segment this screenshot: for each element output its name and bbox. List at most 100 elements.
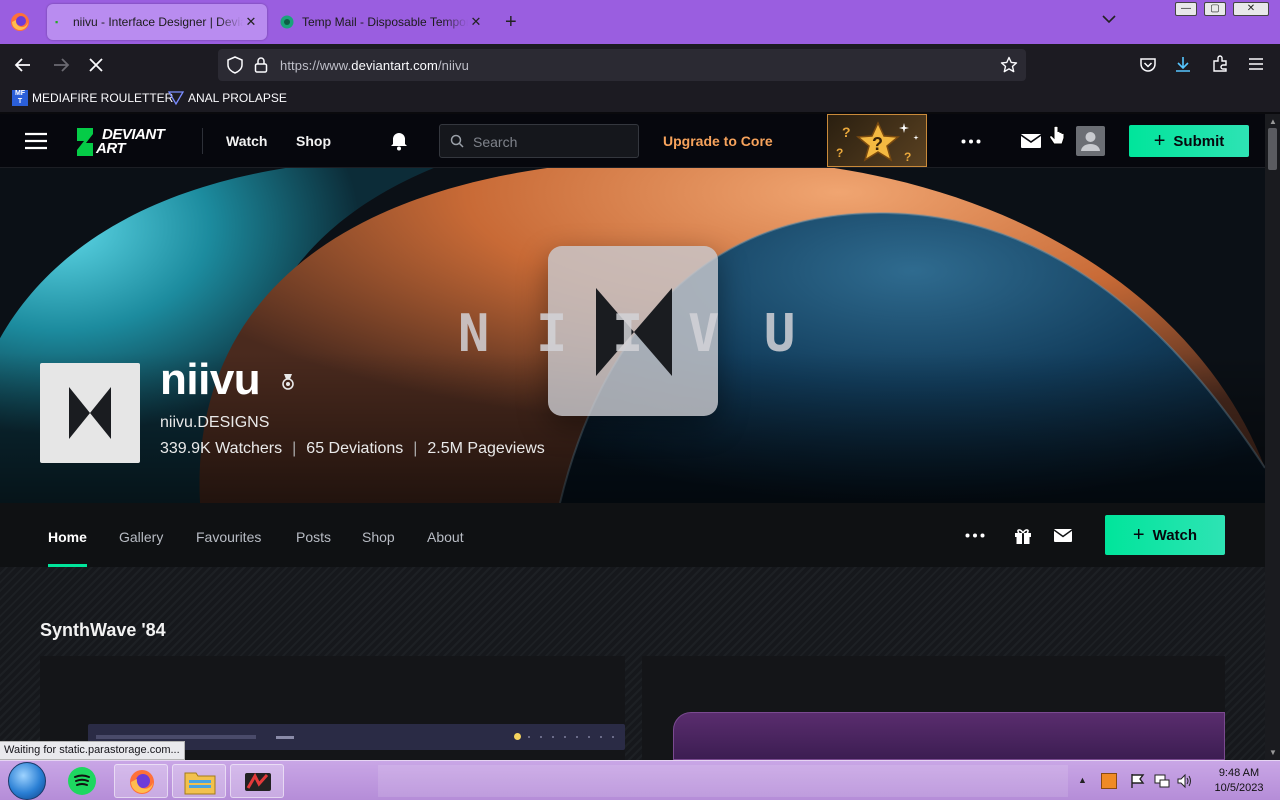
banner-letter: I — [612, 304, 644, 364]
svg-text:?: ? — [904, 150, 911, 164]
scroll-down-icon[interactable]: ▼ — [1269, 748, 1277, 757]
folder-bookmark-icon — [168, 90, 184, 106]
deviantart-logo-icon — [77, 128, 93, 156]
tab-gallery[interactable]: Gallery — [119, 529, 163, 545]
core-member-badge-icon[interactable] — [281, 373, 295, 391]
tab-shop[interactable]: Shop — [362, 529, 395, 545]
tray-app-icon[interactable] — [1101, 773, 1117, 789]
browser-status-text: Waiting for static.parastorage.com... — [0, 741, 185, 760]
deviations-count[interactable]: 65 Deviations — [306, 440, 403, 457]
hand-pointer-cursor-icon — [1049, 126, 1065, 148]
tab-posts[interactable]: Posts — [296, 529, 331, 545]
lock-icon[interactable] — [254, 56, 268, 74]
profile-tabs-bar: Home Gallery Favourites Posts Shop About… — [0, 503, 1265, 567]
new-tab-icon[interactable]: + — [505, 12, 517, 32]
bookmark-mediafire-rouletter[interactable]: MF T MEDIAFIRE ROULETTER — [12, 90, 173, 106]
close-window-icon[interactable]: ✕ — [1233, 2, 1269, 16]
profile-banner: N I I V U niivu niivu.DESIGNS 339.9K Wat… — [0, 168, 1265, 503]
notifications-bell-icon[interactable] — [389, 131, 409, 151]
deviation-card[interactable] — [642, 656, 1225, 760]
volume-icon[interactable] — [1177, 773, 1193, 789]
svg-text:?: ? — [872, 134, 883, 154]
stop-loading-icon[interactable] — [87, 56, 105, 74]
mediafire-icon: MF T — [12, 90, 28, 106]
preview-label — [276, 736, 294, 739]
tab-favourites[interactable]: Favourites — [196, 529, 261, 545]
gift-icon[interactable] — [1014, 527, 1032, 545]
submit-label: Submit — [1173, 132, 1225, 150]
profile-avatar[interactable] — [40, 363, 140, 463]
stats-separator: | — [413, 440, 418, 457]
taskbar-game-app-icon[interactable] — [230, 764, 284, 798]
search-icon — [450, 134, 464, 148]
hamburger-menu-icon[interactable] — [25, 132, 47, 150]
app-menu-icon[interactable] — [1248, 56, 1264, 72]
close-tab-icon[interactable]: ✕ — [468, 14, 484, 30]
start-button-icon[interactable] — [8, 762, 46, 800]
upgrade-to-core-link[interactable]: Upgrade to Core — [663, 133, 773, 149]
banner-letter: N — [458, 304, 490, 364]
close-tab-icon[interactable]: ✕ — [243, 14, 259, 30]
maximize-window-icon[interactable]: ▢ — [1204, 2, 1226, 16]
bookmark-anal-prolapse[interactable]: ANAL PROLAPSE — [168, 90, 287, 106]
url-bar[interactable]: https://www.deviantart.com/niivu — [218, 49, 1026, 81]
tracking-protection-shield-icon[interactable] — [226, 56, 244, 74]
taskbar-empty-area — [378, 765, 1068, 797]
clock-date: 10/5/2023 — [1214, 782, 1264, 794]
windows-taskbar: ▲ 9:48 AM 10/5/2023 — [0, 760, 1280, 800]
mystery-promo-banner[interactable]: ? ? ? ? — [827, 114, 927, 167]
banner-letter: U — [764, 304, 796, 364]
pocket-icon[interactable] — [1139, 56, 1157, 74]
user-avatar-icon[interactable] — [1076, 126, 1105, 156]
watch-button[interactable]: + Watch — [1105, 515, 1225, 555]
list-all-tabs-icon[interactable] — [1102, 14, 1116, 24]
preview-dot — [514, 733, 521, 740]
watchers-count[interactable]: 339.9K Watchers — [160, 440, 282, 457]
nav-shop-link[interactable]: Shop — [296, 133, 331, 149]
clock-time: 9:48 AM — [1218, 767, 1260, 779]
svg-text:?: ? — [836, 146, 843, 160]
network-icon[interactable] — [1154, 773, 1170, 789]
extensions-icon[interactable] — [1211, 55, 1229, 73]
tab-niivu[interactable]: ▪ niivu - Interface Designer | DeviantAr… — [47, 4, 267, 40]
plus-icon: + — [1153, 130, 1166, 152]
featured-section-title[interactable]: SynthWave '84 — [40, 620, 166, 641]
tab-temp-mail[interactable]: Temp Mail - Disposable Temporary Email ✕ — [272, 4, 492, 40]
tab-about[interactable]: About — [427, 529, 464, 545]
banner-wordmark: N I I V U — [458, 304, 818, 364]
profile-username: niivu — [160, 355, 261, 404]
spotify-icon[interactable] — [68, 767, 96, 795]
temp-mail-favicon-icon — [280, 15, 294, 29]
profile-stats: 339.9K Watchers | 65 Deviations | 2.5M Pagev… — [160, 440, 545, 458]
page-scrollbar[interactable]: ▲ ▼ — [1265, 114, 1280, 760]
forward-icon[interactable] — [52, 56, 70, 74]
niivu-avatar-logo-icon — [69, 387, 111, 439]
deviantart-logo[interactable]: DEVIANT ART — [74, 126, 184, 158]
mail-icon[interactable] — [1021, 134, 1041, 148]
firefox-menu-icon[interactable] — [10, 12, 30, 32]
watch-label: Watch — [1152, 526, 1198, 544]
action-center-flag-icon[interactable] — [1130, 773, 1146, 789]
browser-tab-strip: ▪ niivu - Interface Designer | DeviantAr… — [0, 0, 1280, 44]
show-hidden-icons-icon[interactable]: ▲ — [1078, 775, 1087, 785]
taskbar-file-explorer-icon[interactable] — [172, 764, 226, 798]
system-clock[interactable]: 9:48 AM 10/5/2023 — [1206, 766, 1272, 796]
url-text[interactable]: https://www.deviantart.com/niivu — [280, 58, 469, 73]
bookmark-star-icon[interactable] — [1000, 56, 1018, 74]
search-placeholder: Search — [473, 134, 518, 150]
minimize-window-icon[interactable]: — — [1175, 2, 1197, 16]
profile-tagline: niivu.DESIGNS — [160, 414, 270, 431]
search-box[interactable]: Search — [439, 124, 639, 158]
downloads-icon[interactable] — [1174, 55, 1192, 73]
profile-more-options-icon[interactable] — [965, 533, 985, 538]
more-options-icon[interactable] — [961, 139, 981, 144]
scrollbar-thumb[interactable] — [1268, 128, 1277, 170]
taskbar-firefox-icon[interactable] — [114, 764, 168, 798]
tab-home[interactable]: Home — [48, 529, 87, 545]
back-icon[interactable] — [14, 56, 32, 74]
submit-button[interactable]: + Submit — [1129, 125, 1249, 157]
send-note-mail-icon[interactable] — [1054, 529, 1072, 542]
header-divider — [202, 128, 203, 154]
scroll-up-icon[interactable]: ▲ — [1269, 117, 1277, 126]
nav-watch-link[interactable]: Watch — [226, 133, 267, 149]
